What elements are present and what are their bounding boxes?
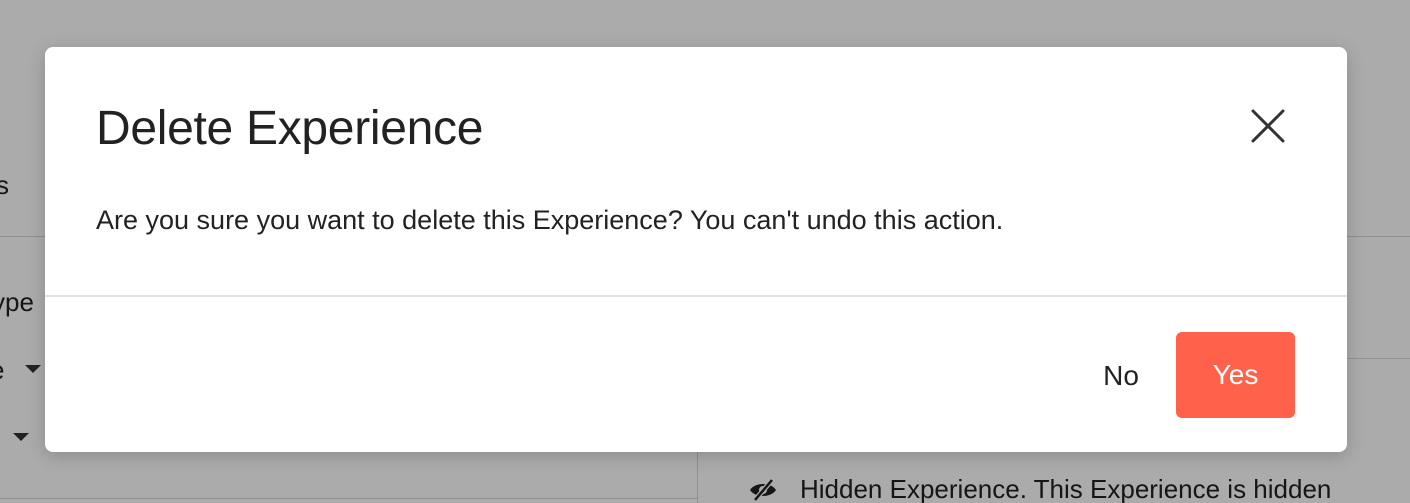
no-button[interactable]: No [1065,333,1177,419]
dialog-divider [45,295,1347,297]
close-icon [1245,103,1291,149]
dialog-message: Are you sure you want to delete this Exp… [96,205,1004,235]
close-button[interactable] [1245,103,1291,149]
dialog-title: Delete Experience [96,102,484,155]
delete-experience-dialog: Delete Experience Are you sure you want … [45,47,1347,452]
yes-button[interactable]: Yes [1176,332,1295,418]
